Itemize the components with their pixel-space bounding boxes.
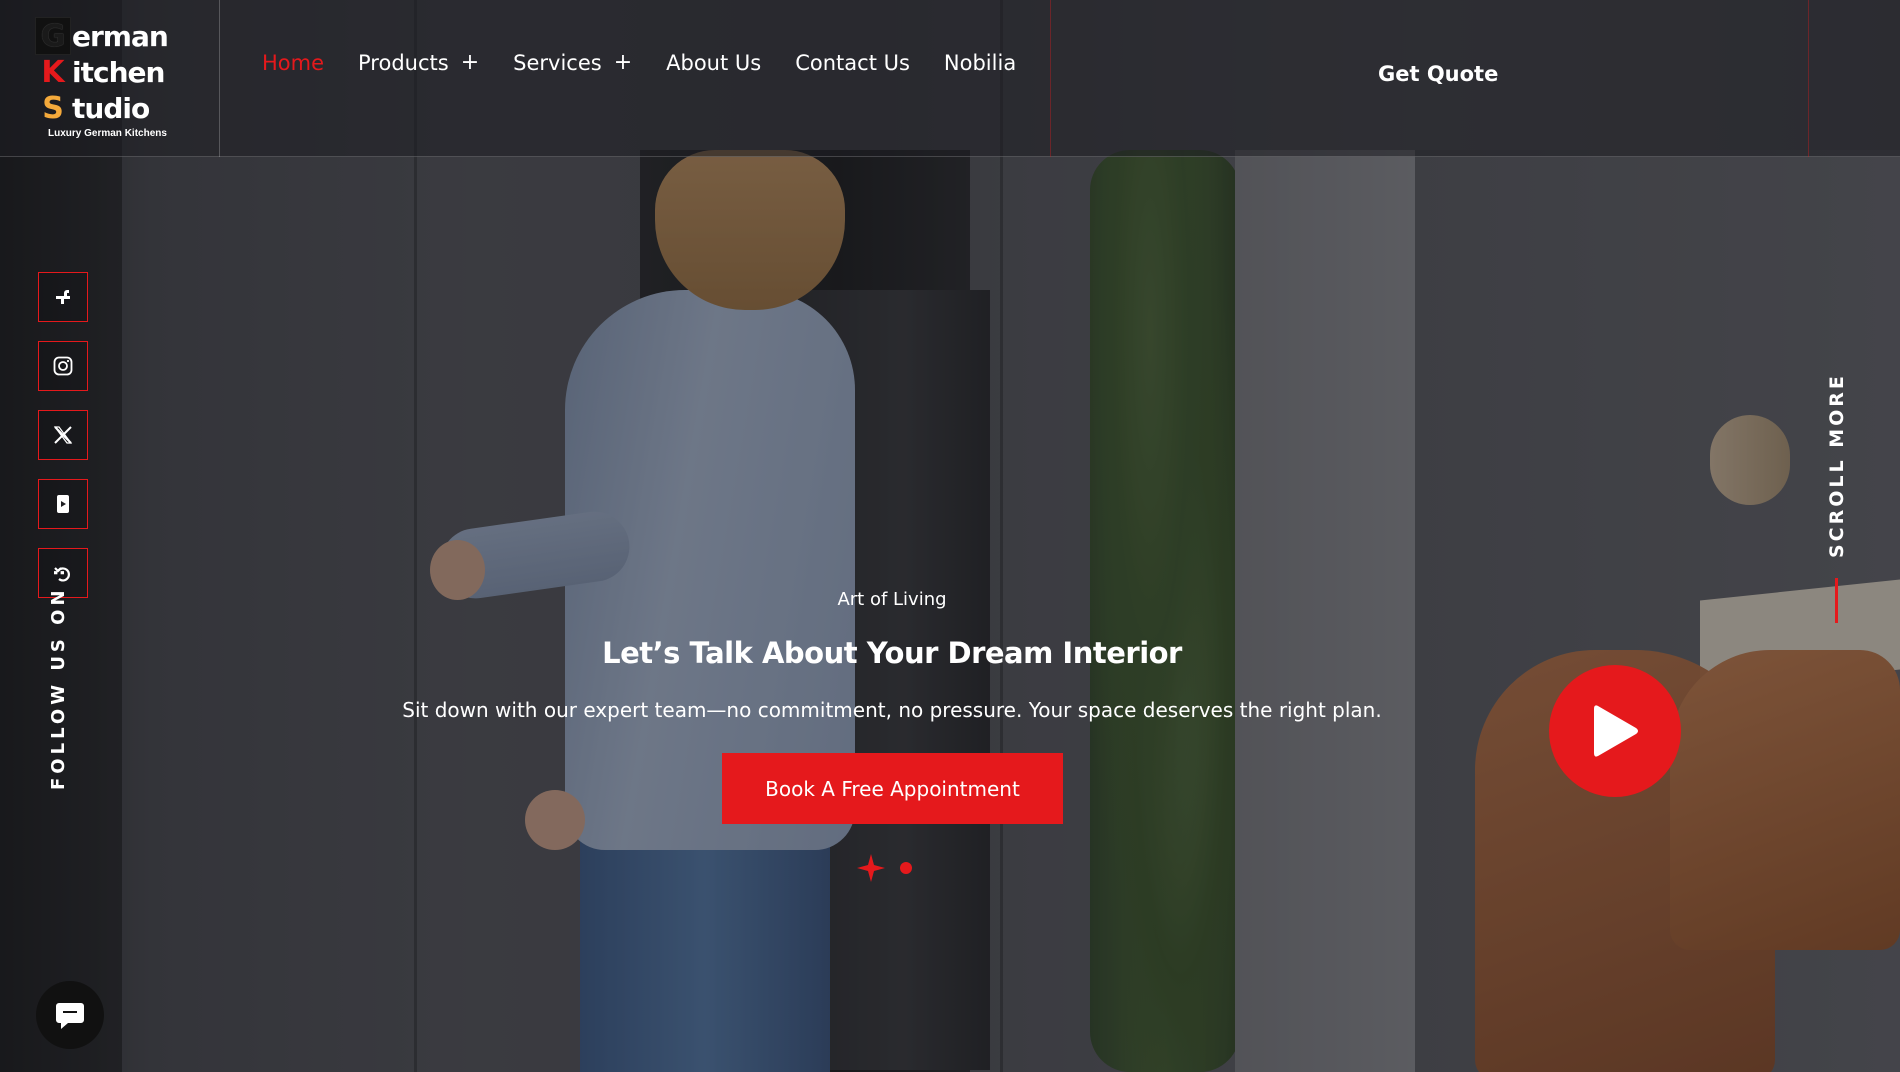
youtube-icon <box>57 495 69 513</box>
x-twitter-icon <box>53 426 73 444</box>
site-header: G erman K itchen S tudio Luxury German K… <box>0 0 1900 157</box>
hero-title: Let’s Talk About Your Dream Interior <box>602 636 1182 670</box>
plus-icon[interactable]: + <box>461 50 479 75</box>
logo-row: G erman <box>35 17 169 55</box>
slide-dot[interactable] <box>900 862 912 874</box>
youtube-link[interactable] <box>38 479 88 529</box>
nav-products[interactable]: Products + <box>358 50 479 75</box>
nav-products-label: Products <box>358 50 449 75</box>
social-links <box>38 272 88 598</box>
instagram-icon <box>53 356 73 376</box>
facebook-link[interactable] <box>38 272 88 322</box>
scroll-indicator-line <box>1835 578 1838 623</box>
hero-subtitle: Sit down with our expert team—no commitm… <box>402 698 1382 722</box>
hero-kicker: Art of Living <box>837 589 947 610</box>
nav-home[interactable]: Home <box>262 50 324 75</box>
nav-home-label: Home <box>262 50 325 75</box>
logo-word: erman <box>72 19 169 53</box>
nav-services[interactable]: Services + <box>513 50 632 75</box>
play-icon <box>1594 705 1638 757</box>
chat-widget-button[interactable] <box>36 981 104 1049</box>
logo-row: K itchen <box>36 54 165 90</box>
logo-row: S tudio <box>36 90 150 126</box>
nav-about-us-label: About Us <box>666 50 762 75</box>
hero-dark-overlay <box>0 0 1900 1072</box>
logo-word: itchen <box>72 55 165 89</box>
header-divider <box>1050 0 1051 157</box>
logo-letter: K <box>41 54 65 90</box>
sparkle-icon <box>857 854 885 882</box>
brand-logo[interactable]: G erman K itchen S tudio Luxury German K… <box>0 0 220 157</box>
logo-letter: S <box>42 90 64 126</box>
scroll-more-label[interactable]: SCROLL MORE <box>1826 373 1848 558</box>
facebook-icon <box>56 290 70 304</box>
instagram-link[interactable] <box>38 341 88 391</box>
nav-services-label: Services <box>513 50 602 75</box>
plus-icon[interactable]: + <box>614 50 632 75</box>
logo-letter: G <box>35 17 71 55</box>
chat-icon <box>56 1003 84 1029</box>
nav-nobilia[interactable]: Nobilia <box>944 50 1016 75</box>
book-appointment-button[interactable]: Book A Free Appointment <box>722 753 1063 824</box>
nav-contact-us-label: Contact Us <box>795 50 910 75</box>
get-quote-button[interactable]: Get Quote <box>1378 62 1498 86</box>
play-video-button[interactable] <box>1549 665 1681 797</box>
logo-tagline: Luxury German Kitchens <box>48 128 167 139</box>
slide-dot-active[interactable] <box>856 853 886 883</box>
nav-nobilia-label: Nobilia <box>943 50 1017 75</box>
nav-about-us[interactable]: About Us <box>666 50 761 75</box>
x-twitter-link[interactable] <box>38 410 88 460</box>
slider-pagination <box>856 853 912 883</box>
main-nav: Home Products + Services + About Us Cont… <box>262 50 1050 75</box>
logo-word: tudio <box>72 91 150 125</box>
header-divider <box>1808 0 1809 157</box>
nav-contact-us[interactable]: Contact Us <box>795 50 910 75</box>
